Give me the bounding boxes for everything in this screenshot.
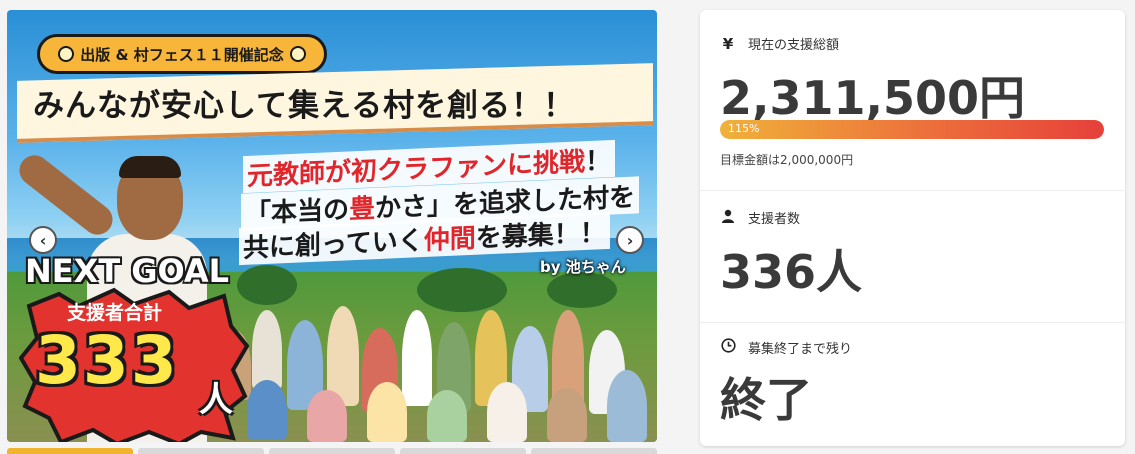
- thumbnail-2[interactable]: [138, 448, 264, 454]
- thumbnail-5[interactable]: [531, 448, 657, 454]
- flower-icon: [289, 46, 306, 62]
- crowd-person: [367, 382, 407, 442]
- person-icon: [720, 209, 736, 227]
- chevron-right-icon: ›: [626, 230, 634, 250]
- crowd-person: [607, 370, 647, 442]
- next-goal-label: NEXT GOAL: [25, 252, 230, 290]
- copy-line-3-c: を募集！！: [475, 218, 606, 254]
- copy-line-3-b: 仲間: [423, 223, 476, 257]
- divider: [700, 322, 1125, 323]
- crowd-person: [427, 390, 467, 442]
- crowd-person: [547, 388, 587, 442]
- total-label-row: ¥ 現在の支援総額: [720, 34, 840, 54]
- goal-number: 333: [35, 322, 179, 399]
- remaining-label-row: 募集終了まで残り: [720, 338, 852, 357]
- funding-progress-bar: 115%: [720, 120, 1104, 139]
- thumbnail-4[interactable]: [400, 448, 526, 454]
- event-banner-label: 出版 & 村フェス１１開催記念: [80, 45, 284, 64]
- goal-unit: 人: [199, 380, 233, 420]
- progress-percent: 115%: [728, 122, 760, 135]
- supporters-count: 336人: [720, 245, 863, 299]
- remaining-value: 終了: [720, 373, 812, 427]
- project-page: 出版 & 村フェス１１開催記念 みんなが安心して集える村を創る！！ 元教師が初ク…: [0, 0, 1135, 454]
- clock-icon: [720, 338, 736, 357]
- divider: [700, 190, 1125, 191]
- target-amount: 目標金額は2,000,000円: [720, 153, 854, 167]
- hero-carousel-image: 出版 & 村フェス１１開催記念 みんなが安心して集える村を創る！！ 元教師が初ク…: [7, 10, 657, 442]
- remaining-label: 募集終了まで残り: [748, 342, 853, 357]
- yen-icon: ¥: [722, 34, 734, 53]
- flower-icon: [58, 46, 75, 62]
- event-banner: 出版 & 村フェス１１開催記念: [37, 34, 327, 74]
- supporters-label: 支援者数: [748, 212, 801, 227]
- goal-sub-label: 支援者合計: [67, 302, 163, 324]
- thumbnail-3[interactable]: [269, 448, 395, 454]
- crowd-person: [252, 310, 282, 390]
- total-label: 現在の支援総額: [748, 38, 840, 53]
- copy-line-1-b: 挑戦: [533, 147, 586, 180]
- crowd-person: [487, 382, 527, 442]
- hero-byline: by 池ちゃん: [540, 258, 626, 276]
- carousel-next-button[interactable]: ›: [616, 226, 644, 254]
- crowd-person: [247, 380, 287, 440]
- total-amount: 2,311,500円: [720, 71, 1025, 125]
- supporters-label-row: 支援者数: [720, 208, 800, 227]
- carousel-prev-button[interactable]: ‹: [29, 226, 57, 254]
- hero-headline: みんなが安心して集える村を創る！！: [33, 88, 576, 124]
- thumbnail-1[interactable]: [7, 448, 133, 454]
- crowd-person: [402, 310, 432, 406]
- tree-decoration: [547, 272, 617, 308]
- crowd-person: [307, 390, 347, 442]
- progress-fill: [720, 120, 1104, 139]
- chevron-left-icon: ‹: [39, 230, 47, 250]
- funding-stats-card: ¥ 現在の支援総額 2,311,500円 115% 目標金額は2,000,000…: [700, 10, 1125, 446]
- copy-line-1-c: ！: [585, 146, 612, 178]
- copy-line-2-b: 豊: [349, 193, 376, 225]
- tree-decoration: [417, 268, 507, 312]
